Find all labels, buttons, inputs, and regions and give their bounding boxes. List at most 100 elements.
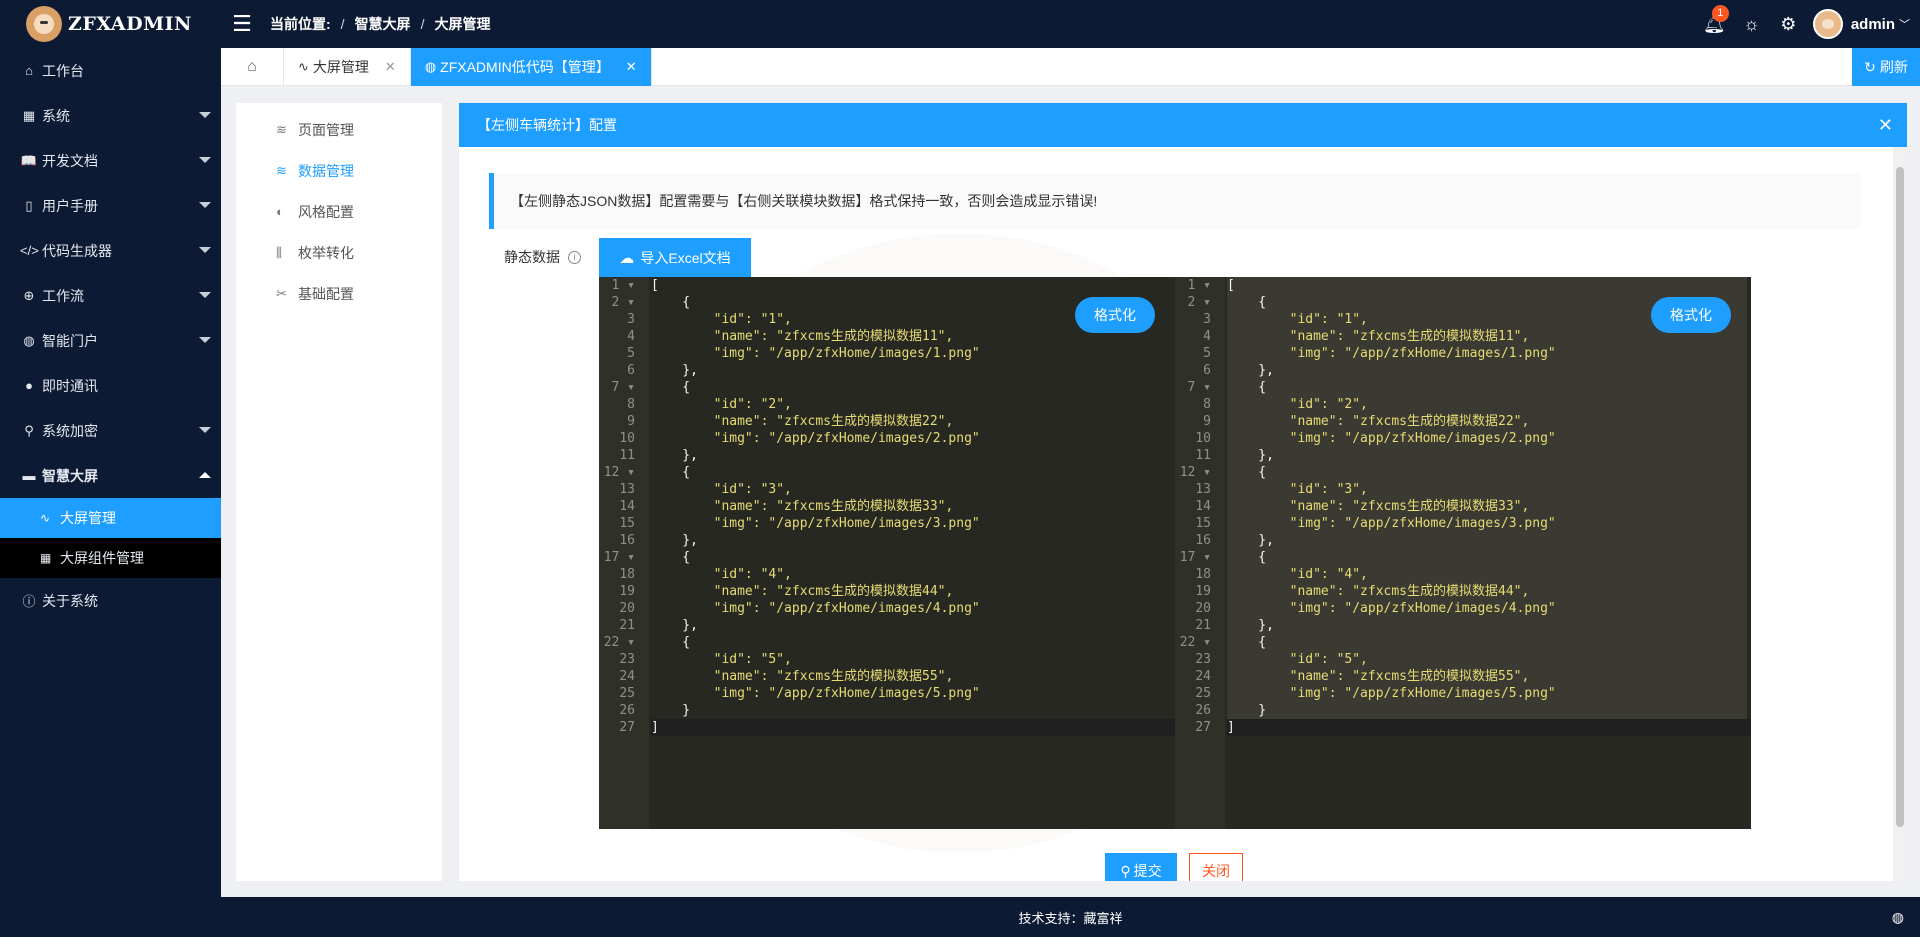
sidebar-item-label: 智能门户 [42,332,98,349]
sidebar-item-8[interactable]: ⚲ 系统加密 [0,408,221,453]
format-button-right[interactable]: 格式化 [1651,297,1731,333]
line-number: 6 [627,363,635,378]
line-number: 18 [1195,567,1211,582]
chevron-down-icon [199,337,211,343]
breadcrumb-separator: / [420,16,425,32]
line-number: 14 [619,499,635,514]
config-menu-label: 基础配置 [298,285,354,302]
code-line: "id": "2", [1227,397,1368,412]
sidebar-item-9[interactable]: ▬ 智慧大屏 [0,453,221,498]
menu-toggle-icon[interactable]: ☰ [220,0,264,48]
avatar[interactable] [1812,9,1843,39]
sidebar-subitem-1[interactable]: ▦ 大屏组件管理 [0,538,221,578]
config-menu-item-0[interactable]: ≋ 页面管理 [236,109,442,150]
json-editor-left[interactable]: 1 ▾ 2 ▾ 3 4 5 6 7 ▾ 8 9 10 11 12 ▾ 13 14 15 … [599,277,1175,829]
refresh-button[interactable]: ↻ 刷新 [1852,48,1920,86]
tab-label: ZFXADMIN低代码【管理】 [440,59,610,75]
line-number: 18 [619,567,635,582]
code-line: ] [1227,719,1751,736]
sidebar-item-7[interactable]: ● 即时通讯 [0,363,221,408]
scrollbar[interactable] [1893,147,1907,881]
username[interactable]: admin [1851,16,1895,33]
config-menu-item-4[interactable]: ✂ 基础配置 [236,273,442,314]
pulse-icon: ∿ [298,59,309,74]
format-button-left[interactable]: 格式化 [1075,297,1155,333]
footer-link-icon[interactable]: ◍ [1892,909,1904,926]
refresh-icon: ↻ [1864,58,1876,75]
line-number: 4 [1203,329,1211,344]
breadcrumb-item[interactable]: 智慧大屏 [355,14,411,34]
sidebar-item-3[interactable]: ▯ 用户手册 [0,183,221,228]
scrollbar-thumb[interactable] [1896,167,1904,827]
config-dialog: 【左侧车辆统计】配置 ✕ 【左侧静态JSON数据】配置需要与【右侧关联模块数据】… [459,103,1907,881]
code-line: }, [1227,533,1274,548]
line-number: 14 [1195,499,1211,514]
line-number: 24 [1195,669,1211,684]
tab-0[interactable]: ∿ 大屏管理 ✕ [284,48,411,86]
config-menu-item-2[interactable]: ◐ 风格配置 [236,191,442,232]
line-number: 20 [619,601,635,616]
sidebar-item-label: 系统 [42,107,70,124]
line-number: 11 [619,448,635,463]
info-icon[interactable]: i [568,250,581,264]
code-line: "name": "zfxcms生成的模拟数据33", [651,499,954,514]
line-number: 12 ▾ [603,465,635,480]
sidebar-item-label: 即时通讯 [42,377,98,394]
sidebar-item-5[interactable]: ⊕ 工作流 [0,273,221,318]
sidebar-item-label: 关于系统 [42,592,98,609]
close-icon[interactable]: ✕ [1878,115,1893,136]
config-menu-item-1[interactable]: ≋ 数据管理 [236,150,442,191]
dialog-title: 【左侧车辆统计】配置 [477,117,617,133]
sidebar-item-label: 代码生成器 [42,242,112,259]
sidebar-item-1[interactable]: ▦ 系统 [0,93,221,138]
sidebar-item-label: 开发文档 [42,152,98,169]
line-number: 22 ▾ [603,635,635,650]
footer: 技术支持：藏富祥 ◍ [221,897,1920,937]
code-line: } [651,703,691,718]
sidebar-item-label: 工作流 [42,287,84,304]
config-menu-item-3[interactable]: ⫼ 枚举转化 [236,232,442,273]
close-icon[interactable]: ✕ [385,59,396,75]
code-area[interactable]: [ { "id": "1", "name": "zfxcms生成的模拟数据11"… [651,277,1175,736]
line-number: 25 [619,686,635,701]
tab-label: 大屏管理 [312,59,369,75]
code-line: }, [651,448,698,463]
breadcrumb-item[interactable]: 大屏管理 [434,14,490,34]
sidebar-item-4[interactable]: </> 代码生成器 [0,228,221,273]
sidebar-item-0[interactable]: ⌂ 工作台 [0,48,221,93]
line-number: 16 [1195,533,1211,548]
code-line: "id": "3", [651,482,792,497]
home-tab-icon[interactable]: ⌂ [221,48,284,86]
sidebar-item-after-0[interactable]: ⓘ 关于系统 [0,578,221,623]
submit-button[interactable]: ⚲ 提交 [1105,853,1177,881]
menu-item-icon: ≋ [276,162,287,178]
search-icon: ⚲ [1120,862,1131,879]
close-icon[interactable]: ✕ [626,59,637,75]
chevron-down-icon[interactable]: ﹀ [1899,16,1910,32]
close-button[interactable]: 关闭 [1189,853,1243,881]
gear-icon[interactable]: ⚙ [1770,0,1807,48]
code-line: "id": "3", [1227,482,1368,497]
sidebar-subitem-0[interactable]: ∿ 大屏管理 [0,498,221,538]
line-number: 15 [619,516,635,531]
line-number: 20 [1195,601,1211,616]
line-number: 4 [627,329,635,344]
chevron-down-icon [199,247,211,253]
code-line: "id": "4", [1227,567,1368,582]
sidebar-item-6[interactable]: ◍ 智能门户 [0,318,221,363]
code-line: [ [651,278,659,293]
line-number: 24 [619,669,635,684]
bell-icon[interactable]: 🔔︎ 1 [1696,0,1733,48]
code-area[interactable]: [ { "id": "1", "name": "zfxcms生成的模拟数据11"… [1227,277,1751,736]
sidebar-item-2[interactable]: 📖 开发文档 [0,138,221,183]
theme-icon[interactable]: ☼ [1733,0,1770,48]
line-number: 1 ▾ [1187,278,1211,293]
line-number: 1 ▾ [611,278,635,293]
line-number: 27 [619,720,635,735]
tab-1[interactable]: ◍ ZFXADMIN低代码【管理】 ✕ [410,48,652,86]
json-editor-right[interactable]: 1 ▾ 2 ▾ 3 4 5 6 7 ▾ 8 9 10 11 12 ▾ 13 14 15 … [1175,277,1751,829]
import-excel-button[interactable]: ☁ 导入Excel文档 [599,238,751,278]
field-label-text: 静态数据 [504,249,560,265]
line-number: 17 ▾ [603,550,635,565]
config-menu-label: 枚举转化 [298,244,354,261]
